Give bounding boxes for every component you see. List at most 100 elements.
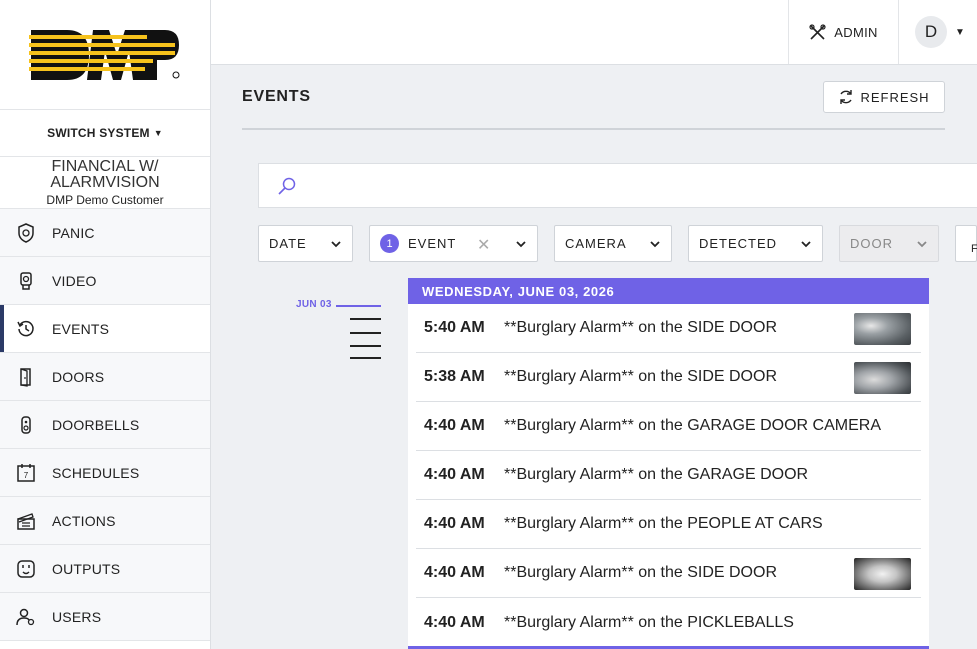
- event-description: **Burglary Alarm** on the PEOPLE AT CARS: [504, 515, 823, 532]
- chevron-down-icon: [331, 241, 341, 248]
- event-row[interactable]: 4:40 AM **Burglary Alarm** on the PEOPLE…: [416, 500, 921, 549]
- sidebar-item-label: ACTIONS: [52, 512, 116, 529]
- admin-button[interactable]: ADMIN: [788, 0, 899, 64]
- filter-label: F: [971, 242, 977, 255]
- doorbell-icon: [16, 415, 36, 435]
- filter-label: EVENT: [408, 236, 457, 251]
- sidebar-item-actions[interactable]: ACTIONS: [0, 497, 210, 545]
- top-bar: ADMIN D ▼: [211, 0, 977, 65]
- search-icon: [278, 177, 296, 195]
- system-info: FINANCIAL W/ ALARMVISION DMP Demo Custom…: [0, 157, 210, 209]
- sidebar-item-outputs[interactable]: OUTPUTS: [0, 545, 210, 593]
- event-time: 4:40 AM: [424, 515, 485, 532]
- filter-count-badge: 1: [380, 234, 399, 253]
- event-row[interactable]: 5:38 AM **Burglary Alarm** on the SIDE D…: [416, 353, 921, 402]
- refresh-button[interactable]: REFRESH: [823, 81, 945, 113]
- system-name: FINANCIAL W/ ALARMVISION: [50, 158, 160, 191]
- filter-label: DOOR: [850, 236, 893, 251]
- header-divider: [242, 128, 945, 130]
- door-icon: [16, 367, 36, 387]
- clapperboard-icon: [16, 511, 36, 531]
- sidebar-item-label: PANIC: [52, 224, 95, 241]
- sidebar-item-label: SCHEDULES: [52, 464, 140, 481]
- sidebar-item-events[interactable]: EVENTS: [0, 305, 210, 353]
- chevron-down-icon: [516, 241, 526, 248]
- clear-filter-icon[interactable]: ✕: [477, 235, 491, 255]
- search-box[interactable]: [258, 163, 977, 208]
- event-row[interactable]: 4:40 AM **Burglary Alarm** on the SIDE D…: [416, 549, 921, 598]
- refresh-label: REFRESH: [860, 89, 930, 105]
- timeline-tick: [350, 345, 381, 347]
- filter-date[interactable]: DATE: [258, 225, 353, 262]
- sidebar-item-schedules[interactable]: 7 SCHEDULES: [0, 449, 210, 497]
- sidebar-item-video[interactable]: VIDEO: [0, 257, 210, 305]
- filter-label: CAMERA: [565, 236, 627, 251]
- dmp-logo[interactable]: [0, 0, 210, 110]
- filter-label: DATE: [269, 236, 307, 251]
- event-row[interactable]: 4:40 AM **Burglary Alarm** on the GARAGE…: [416, 451, 921, 500]
- users-icon: [16, 607, 36, 627]
- timeline-date-marker: JUN 03: [296, 299, 332, 310]
- sidebar-item-doorbells[interactable]: DOORBELLS: [0, 401, 210, 449]
- user-menu[interactable]: D ▼: [915, 16, 965, 48]
- sidebar: SWITCH SYSTEM ▼ FINANCIAL W/ ALARMVISION…: [0, 0, 211, 649]
- dmp-logo-icon: [29, 29, 180, 80]
- filter-detected[interactable]: DETECTED: [688, 225, 823, 262]
- caret-down-icon: ▼: [955, 26, 965, 38]
- filter-camera[interactable]: CAMERA: [554, 225, 672, 262]
- timeline-tick: [350, 318, 381, 320]
- switch-system-label: SWITCH SYSTEM: [47, 126, 150, 140]
- event-description: **Burglary Alarm** on the GARAGE DOOR CA…: [504, 417, 882, 434]
- event-row[interactable]: 4:40 AM **Burglary Alarm** on the PICKLE…: [416, 598, 921, 647]
- event-description: **Burglary Alarm** on the PICKLEBALLS: [504, 613, 794, 631]
- event-time: 5:40 AM: [424, 319, 485, 336]
- event-time: 4:40 AM: [424, 564, 485, 581]
- refresh-icon: [840, 90, 853, 104]
- video-camera-icon: [16, 271, 36, 291]
- timeline-tick: [350, 357, 381, 359]
- event-row[interactable]: 4:40 AM **Burglary Alarm** on the GARAGE…: [416, 402, 921, 451]
- chevron-down-icon: [650, 241, 660, 248]
- sidebar-item-users[interactable]: USERS: [0, 593, 210, 641]
- filter-door: DOOR: [839, 225, 939, 262]
- sidebar-item-label: OUTPUTS: [52, 560, 121, 577]
- event-description: **Burglary Alarm** on the SIDE DOOR: [504, 564, 777, 581]
- events-history-icon: [16, 319, 36, 339]
- switch-system-dropdown[interactable]: SWITCH SYSTEM ▼: [0, 110, 210, 157]
- search-input[interactable]: [307, 177, 907, 194]
- event-description: **Burglary Alarm** on the GARAGE DOOR: [504, 466, 809, 483]
- event-thumbnail[interactable]: [854, 558, 911, 590]
- filter-more[interactable]: F: [955, 225, 977, 262]
- event-row[interactable]: 5:40 AM **Burglary Alarm** on the SIDE D…: [416, 304, 921, 353]
- sidebar-item-label: USERS: [52, 608, 102, 625]
- event-time: 4:40 AM: [424, 466, 485, 483]
- sidebar-item-label: DOORS: [52, 368, 105, 385]
- sidebar-item-label: EVENTS: [52, 320, 110, 337]
- sidebar-item-doors[interactable]: DOORS: [0, 353, 210, 401]
- sidebar-item-label: VIDEO: [52, 272, 97, 289]
- avatar: D: [915, 16, 947, 48]
- event-time: 5:38 AM: [424, 368, 485, 385]
- event-thumbnail[interactable]: [854, 313, 911, 345]
- customer-name: DMP Demo Customer: [46, 193, 164, 207]
- page-title: EVENTS: [242, 88, 311, 105]
- event-thumbnail[interactable]: [854, 362, 911, 394]
- filter-event[interactable]: 1 EVENT ✕: [369, 225, 538, 262]
- chevron-down-icon: [801, 241, 811, 248]
- calendar-icon: 7: [16, 463, 36, 483]
- day-header: WEDNESDAY, JUNE 03, 2026: [408, 278, 929, 304]
- admin-label: ADMIN: [834, 24, 878, 40]
- events-list: WEDNESDAY, JUNE 03, 2026 5:40 AM **Burgl…: [408, 278, 929, 649]
- event-time: 4:40 AM: [424, 417, 485, 434]
- timeline-tick: [350, 332, 381, 334]
- caret-down-icon: ▼: [153, 128, 163, 138]
- filter-label: DETECTED: [699, 236, 778, 251]
- sidebar-item-panic[interactable]: PANIC: [0, 209, 210, 257]
- timeline-marker-line: [336, 305, 381, 307]
- event-description: **Burglary Alarm** on the SIDE DOOR: [504, 368, 777, 385]
- event-description: **Burglary Alarm** on the SIDE DOOR: [504, 319, 777, 336]
- outlet-icon: [16, 559, 36, 579]
- panic-shield-icon: [16, 222, 36, 243]
- event-time: 4:40 AM: [424, 613, 485, 631]
- chevron-down-icon: [917, 241, 927, 248]
